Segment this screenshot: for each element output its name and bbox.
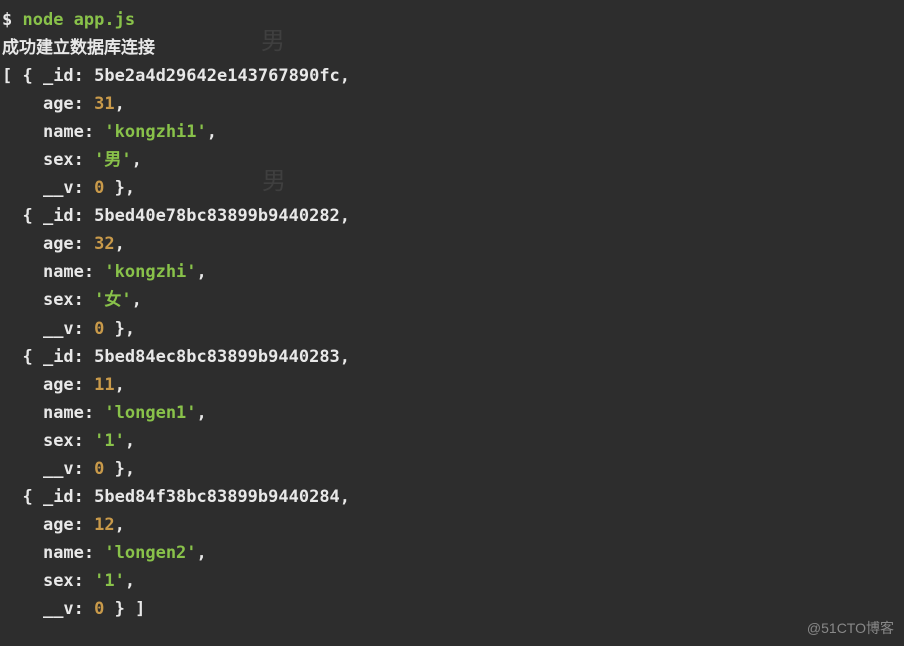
record-0-name-line: name: 'kongzhi1', [2,118,904,146]
prompt-line: $ node app.js [2,6,904,34]
record-3-name-line: name: 'longen2', [2,539,904,567]
record-3-sex-line: sex: '1', [2,567,904,595]
record-1-sex-line: sex: '女', [2,286,904,314]
record-0-age-line: age: 31, [2,90,904,118]
watermark: @51CTO博客 [807,617,894,640]
record-1-name-line: name: 'kongzhi', [2,258,904,286]
record-2-id-line: { _id: 5bed84ec8bc83899b9440283, [2,343,904,371]
record-3-v-line: __v: 0 } ] [2,595,904,623]
prompt-symbol: $ [2,10,12,30]
record-1-age-line: age: 32, [2,230,904,258]
record-2-sex-line: sex: '1', [2,427,904,455]
record-1-v-line: __v: 0 }, [2,315,904,343]
command-text: node app.js [23,10,136,30]
record-3-id-line: { _id: 5bed84f38bc83899b9440284, [2,483,904,511]
record-3-age-line: age: 12, [2,511,904,539]
record-0-sex-line: sex: '男', [2,146,904,174]
record-0-id-line: [ { _id: 5be2a4d29642e143767890fc, [2,62,904,90]
record-2-name-line: name: 'longen1', [2,399,904,427]
record-2-v-line: __v: 0 }, [2,455,904,483]
connection-message: 成功建立数据库连接 [2,34,904,62]
record-2-age-line: age: 11, [2,371,904,399]
record-1-id-line: { _id: 5bed40e78bc83899b9440282, [2,202,904,230]
record-0-v-line: __v: 0 }, [2,174,904,202]
